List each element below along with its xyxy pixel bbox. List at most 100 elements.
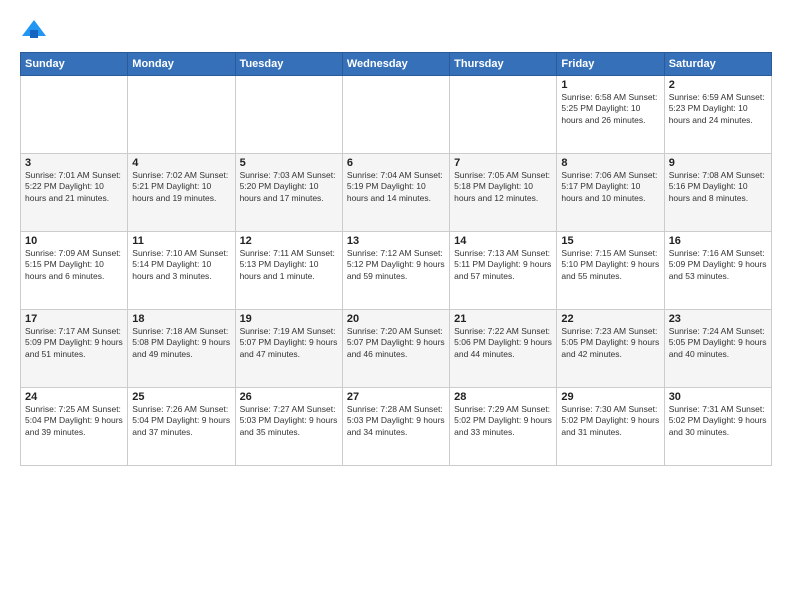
- week-row-5: 24Sunrise: 7:25 AM Sunset: 5:04 PM Dayli…: [21, 388, 772, 466]
- calendar-cell: 17Sunrise: 7:17 AM Sunset: 5:09 PM Dayli…: [21, 310, 128, 388]
- calendar-cell: 27Sunrise: 7:28 AM Sunset: 5:03 PM Dayli…: [342, 388, 449, 466]
- calendar-cell: 12Sunrise: 7:11 AM Sunset: 5:13 PM Dayli…: [235, 232, 342, 310]
- calendar-cell: 7Sunrise: 7:05 AM Sunset: 5:18 PM Daylig…: [450, 154, 557, 232]
- page: SundayMondayTuesdayWednesdayThursdayFrid…: [0, 0, 792, 612]
- calendar-cell: 9Sunrise: 7:08 AM Sunset: 5:16 PM Daylig…: [664, 154, 771, 232]
- day-number: 24: [25, 391, 123, 403]
- calendar-header: SundayMondayTuesdayWednesdayThursdayFrid…: [21, 53, 772, 76]
- day-number: 30: [669, 391, 767, 403]
- calendar-cell: 21Sunrise: 7:22 AM Sunset: 5:06 PM Dayli…: [450, 310, 557, 388]
- day-info: Sunrise: 7:10 AM Sunset: 5:14 PM Dayligh…: [132, 248, 230, 282]
- calendar-table: SundayMondayTuesdayWednesdayThursdayFrid…: [20, 52, 772, 466]
- calendar-cell: 22Sunrise: 7:23 AM Sunset: 5:05 PM Dayli…: [557, 310, 664, 388]
- day-number: 26: [240, 391, 338, 403]
- day-number: 28: [454, 391, 552, 403]
- day-number: 1: [561, 79, 659, 91]
- calendar-cell: 2Sunrise: 6:59 AM Sunset: 5:23 PM Daylig…: [664, 76, 771, 154]
- header-cell-thursday: Thursday: [450, 53, 557, 76]
- day-info: Sunrise: 7:27 AM Sunset: 5:03 PM Dayligh…: [240, 404, 338, 438]
- calendar-cell: 16Sunrise: 7:16 AM Sunset: 5:09 PM Dayli…: [664, 232, 771, 310]
- day-info: Sunrise: 7:05 AM Sunset: 5:18 PM Dayligh…: [454, 170, 552, 204]
- day-number: 25: [132, 391, 230, 403]
- day-info: Sunrise: 7:28 AM Sunset: 5:03 PM Dayligh…: [347, 404, 445, 438]
- header-cell-friday: Friday: [557, 53, 664, 76]
- calendar-cell: 23Sunrise: 7:24 AM Sunset: 5:05 PM Dayli…: [664, 310, 771, 388]
- day-info: Sunrise: 7:11 AM Sunset: 5:13 PM Dayligh…: [240, 248, 338, 282]
- calendar-cell: [21, 76, 128, 154]
- day-info: Sunrise: 7:13 AM Sunset: 5:11 PM Dayligh…: [454, 248, 552, 282]
- calendar-cell: 10Sunrise: 7:09 AM Sunset: 5:15 PM Dayli…: [21, 232, 128, 310]
- day-info: Sunrise: 7:01 AM Sunset: 5:22 PM Dayligh…: [25, 170, 123, 204]
- day-info: Sunrise: 7:15 AM Sunset: 5:10 PM Dayligh…: [561, 248, 659, 282]
- day-number: 22: [561, 313, 659, 325]
- day-info: Sunrise: 7:19 AM Sunset: 5:07 PM Dayligh…: [240, 326, 338, 360]
- header-cell-sunday: Sunday: [21, 53, 128, 76]
- day-number: 21: [454, 313, 552, 325]
- calendar-cell: 26Sunrise: 7:27 AM Sunset: 5:03 PM Dayli…: [235, 388, 342, 466]
- day-info: Sunrise: 7:17 AM Sunset: 5:09 PM Dayligh…: [25, 326, 123, 360]
- day-info: Sunrise: 7:29 AM Sunset: 5:02 PM Dayligh…: [454, 404, 552, 438]
- day-number: 16: [669, 235, 767, 247]
- day-info: Sunrise: 6:58 AM Sunset: 5:25 PM Dayligh…: [561, 92, 659, 126]
- day-number: 9: [669, 157, 767, 169]
- day-info: Sunrise: 7:25 AM Sunset: 5:04 PM Dayligh…: [25, 404, 123, 438]
- calendar-cell: 5Sunrise: 7:03 AM Sunset: 5:20 PM Daylig…: [235, 154, 342, 232]
- calendar-cell: 3Sunrise: 7:01 AM Sunset: 5:22 PM Daylig…: [21, 154, 128, 232]
- day-info: Sunrise: 7:09 AM Sunset: 5:15 PM Dayligh…: [25, 248, 123, 282]
- day-info: Sunrise: 7:22 AM Sunset: 5:06 PM Dayligh…: [454, 326, 552, 360]
- week-row-4: 17Sunrise: 7:17 AM Sunset: 5:09 PM Dayli…: [21, 310, 772, 388]
- calendar-cell: 11Sunrise: 7:10 AM Sunset: 5:14 PM Dayli…: [128, 232, 235, 310]
- calendar-body: 1Sunrise: 6:58 AM Sunset: 5:25 PM Daylig…: [21, 76, 772, 466]
- day-info: Sunrise: 7:30 AM Sunset: 5:02 PM Dayligh…: [561, 404, 659, 438]
- calendar-cell: 1Sunrise: 6:58 AM Sunset: 5:25 PM Daylig…: [557, 76, 664, 154]
- week-row-1: 1Sunrise: 6:58 AM Sunset: 5:25 PM Daylig…: [21, 76, 772, 154]
- calendar-cell: 19Sunrise: 7:19 AM Sunset: 5:07 PM Dayli…: [235, 310, 342, 388]
- day-number: 19: [240, 313, 338, 325]
- day-info: Sunrise: 7:12 AM Sunset: 5:12 PM Dayligh…: [347, 248, 445, 282]
- day-number: 17: [25, 313, 123, 325]
- week-row-2: 3Sunrise: 7:01 AM Sunset: 5:22 PM Daylig…: [21, 154, 772, 232]
- day-info: Sunrise: 7:03 AM Sunset: 5:20 PM Dayligh…: [240, 170, 338, 204]
- day-number: 3: [25, 157, 123, 169]
- day-info: Sunrise: 7:23 AM Sunset: 5:05 PM Dayligh…: [561, 326, 659, 360]
- day-info: Sunrise: 7:18 AM Sunset: 5:08 PM Dayligh…: [132, 326, 230, 360]
- calendar-cell: 25Sunrise: 7:26 AM Sunset: 5:04 PM Dayli…: [128, 388, 235, 466]
- calendar-cell: 18Sunrise: 7:18 AM Sunset: 5:08 PM Dayli…: [128, 310, 235, 388]
- calendar-cell: 13Sunrise: 7:12 AM Sunset: 5:12 PM Dayli…: [342, 232, 449, 310]
- day-number: 2: [669, 79, 767, 91]
- day-info: Sunrise: 7:04 AM Sunset: 5:19 PM Dayligh…: [347, 170, 445, 204]
- calendar-cell: 28Sunrise: 7:29 AM Sunset: 5:02 PM Dayli…: [450, 388, 557, 466]
- header-cell-monday: Monday: [128, 53, 235, 76]
- day-number: 4: [132, 157, 230, 169]
- day-number: 12: [240, 235, 338, 247]
- day-number: 7: [454, 157, 552, 169]
- day-number: 10: [25, 235, 123, 247]
- calendar-cell: 24Sunrise: 7:25 AM Sunset: 5:04 PM Dayli…: [21, 388, 128, 466]
- calendar-cell: [342, 76, 449, 154]
- calendar-cell: 30Sunrise: 7:31 AM Sunset: 5:02 PM Dayli…: [664, 388, 771, 466]
- day-info: Sunrise: 6:59 AM Sunset: 5:23 PM Dayligh…: [669, 92, 767, 126]
- day-info: Sunrise: 7:08 AM Sunset: 5:16 PM Dayligh…: [669, 170, 767, 204]
- header-row: SundayMondayTuesdayWednesdayThursdayFrid…: [21, 53, 772, 76]
- day-info: Sunrise: 7:31 AM Sunset: 5:02 PM Dayligh…: [669, 404, 767, 438]
- day-number: 23: [669, 313, 767, 325]
- week-row-3: 10Sunrise: 7:09 AM Sunset: 5:15 PM Dayli…: [21, 232, 772, 310]
- day-info: Sunrise: 7:16 AM Sunset: 5:09 PM Dayligh…: [669, 248, 767, 282]
- calendar-cell: 8Sunrise: 7:06 AM Sunset: 5:17 PM Daylig…: [557, 154, 664, 232]
- day-number: 14: [454, 235, 552, 247]
- day-number: 27: [347, 391, 445, 403]
- header-cell-wednesday: Wednesday: [342, 53, 449, 76]
- logo: [20, 16, 52, 44]
- calendar-cell: 14Sunrise: 7:13 AM Sunset: 5:11 PM Dayli…: [450, 232, 557, 310]
- day-number: 8: [561, 157, 659, 169]
- calendar-cell: 4Sunrise: 7:02 AM Sunset: 5:21 PM Daylig…: [128, 154, 235, 232]
- calendar-cell: 29Sunrise: 7:30 AM Sunset: 5:02 PM Dayli…: [557, 388, 664, 466]
- logo-icon: [20, 16, 48, 44]
- calendar-cell: 15Sunrise: 7:15 AM Sunset: 5:10 PM Dayli…: [557, 232, 664, 310]
- calendar-cell: [235, 76, 342, 154]
- calendar-cell: 20Sunrise: 7:20 AM Sunset: 5:07 PM Dayli…: [342, 310, 449, 388]
- day-number: 20: [347, 313, 445, 325]
- calendar-cell: 6Sunrise: 7:04 AM Sunset: 5:19 PM Daylig…: [342, 154, 449, 232]
- header: [20, 16, 772, 44]
- header-cell-saturday: Saturday: [664, 53, 771, 76]
